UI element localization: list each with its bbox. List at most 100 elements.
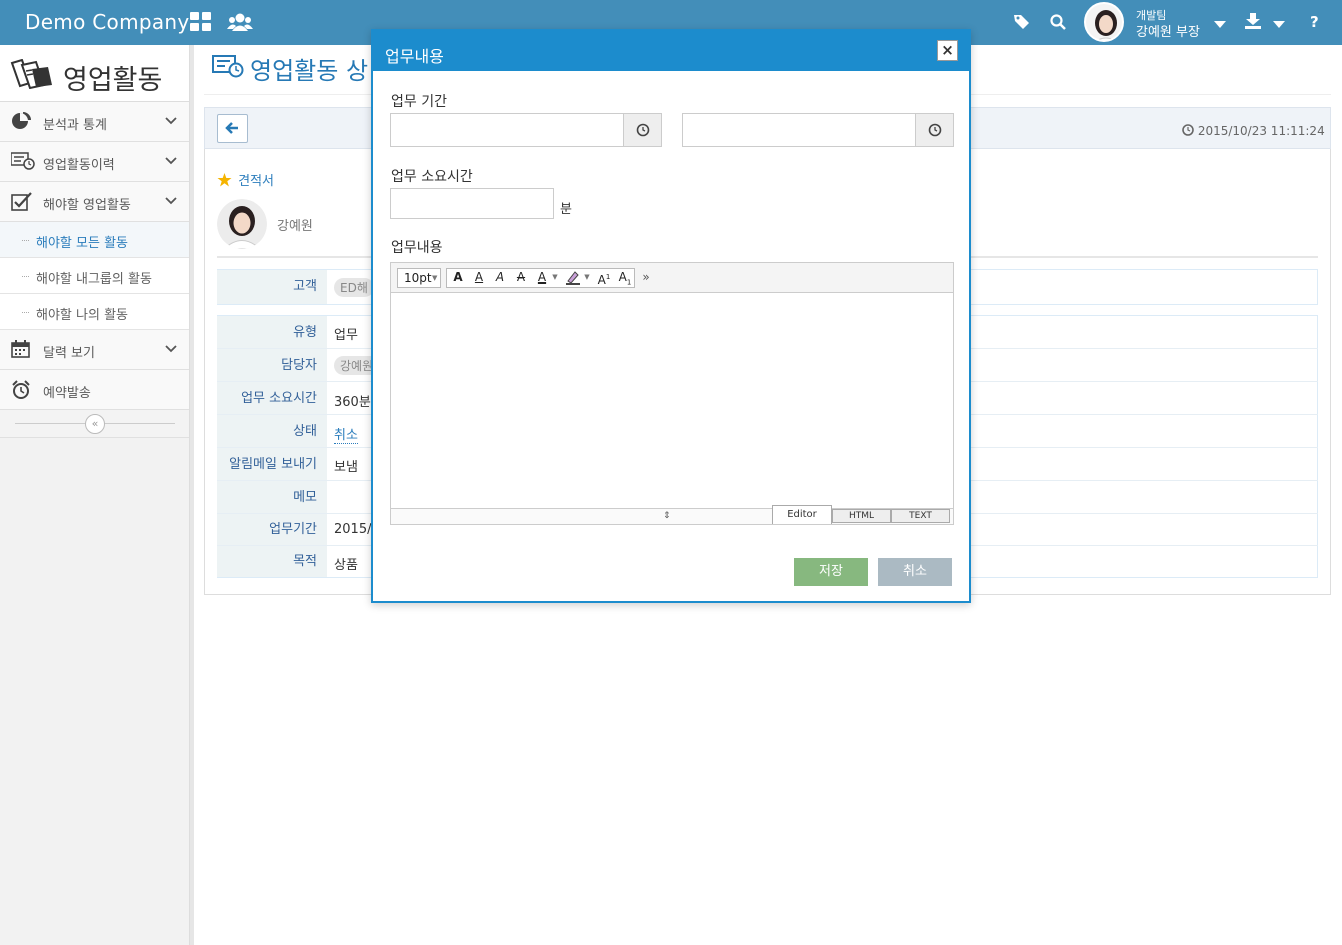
user-name[interactable]: 강예원 부장 [1136, 21, 1200, 40]
tab-html[interactable]: HTML [832, 509, 891, 523]
sidebar-item-history[interactable]: 영업활동이력 [0, 142, 189, 182]
star-icon [217, 173, 232, 187]
font-size-select[interactable]: 10pt ▼ [397, 268, 441, 288]
sidebar-shadow [190, 45, 194, 945]
caret-down-icon: ▼ [432, 274, 438, 282]
grid-apps-icon[interactable] [190, 12, 212, 36]
sidebar-item-analysis[interactable]: 분석과 통계 [0, 102, 189, 142]
field-label: 담당자 [217, 349, 327, 381]
field-label: 유형 [217, 316, 327, 348]
clock-icon [636, 123, 650, 137]
rich-text-editor: 10pt ▼ A A A A A ▼ ▼ A1 A1 » ⇕ Editor HT… [390, 262, 954, 525]
content-label: 업무내용 [391, 240, 443, 256]
period-end-clock-button[interactable] [915, 114, 953, 146]
more-tools-button[interactable]: » [639, 268, 653, 288]
sidebar-subitem-mine[interactable]: 해야할 나의 활동 [0, 294, 189, 330]
period-start-input[interactable] [391, 114, 623, 146]
field-label: 업무기간 [217, 514, 327, 545]
sidebar-collapse-bar: « [0, 410, 189, 438]
field-label: 업무 소요시간 [217, 382, 327, 414]
calendar-icon [11, 340, 31, 362]
pie-chart-icon [11, 112, 31, 134]
search-icon[interactable] [1050, 14, 1066, 34]
font-color-icon[interactable]: A [532, 268, 552, 288]
sidebar-subitem-group[interactable]: 해야할 내그룹의 활동 [0, 258, 189, 294]
sidebar-item-label: 해야할 영업활동 [43, 198, 131, 213]
period-start-group [390, 113, 662, 147]
caret-down-icon[interactable] [1214, 18, 1226, 33]
help-icon[interactable]: ? [1310, 13, 1319, 31]
double-chevron-left-icon[interactable]: « [85, 414, 105, 434]
page-title-icon [212, 54, 244, 82]
dialog-header: 업무내용 × [373, 31, 969, 71]
tree-dash [22, 312, 29, 313]
customer-tag[interactable]: ED해 [334, 278, 374, 297]
back-button[interactable] [217, 114, 248, 143]
editor-content-area[interactable] [391, 294, 953, 508]
subscript-icon[interactable]: A1 [615, 268, 635, 288]
sidebar-item-label: 달력 보기 [43, 346, 95, 361]
superscript-icon[interactable]: A1 [594, 268, 614, 288]
underline-icon[interactable]: A [469, 268, 489, 288]
estimate-link[interactable]: 견적서 [217, 170, 274, 189]
caret-down-icon[interactable]: ▼ [583, 268, 591, 288]
field-value: 업무 [334, 328, 358, 343]
checkbox-icon [11, 192, 33, 216]
users-icon[interactable] [227, 12, 253, 36]
save-button[interactable]: 저장 [794, 558, 868, 586]
field-label: 메모 [217, 481, 327, 513]
dialog-title: 업무내용 [385, 47, 444, 66]
period-end-group [682, 113, 954, 147]
sidebar: 영업활동 분석과 통계 영업활동이력 해야할 영업활동 해야할 모든 활동 해야… [0, 45, 190, 945]
period-end-input[interactable] [683, 114, 915, 146]
download-icon[interactable] [1245, 13, 1261, 33]
sidebar-subitem-label: 해야할 모든 활동 [36, 236, 128, 251]
cancel-button[interactable]: 취소 [878, 558, 952, 586]
tags-icon[interactable] [1014, 14, 1032, 34]
caret-down-icon[interactable] [1273, 18, 1285, 33]
tab-text[interactable]: TEXT [891, 509, 950, 523]
sidebar-item-label: 분석과 통계 [43, 118, 107, 133]
brand-logo[interactable]: Demo Company [25, 10, 190, 34]
sidebar-header: 영업활동 [0, 45, 189, 102]
field-value: ED해 [334, 278, 374, 297]
field-value: 보냄 [334, 460, 358, 475]
duration-input[interactable] [390, 188, 554, 219]
sidebar-item-calendar[interactable]: 달력 보기 [0, 330, 189, 370]
close-button[interactable]: × [937, 40, 958, 61]
field-label: 고객 [217, 270, 327, 304]
work-content-dialog: 업무내용 × 업무 기간 업무 소요시간 분 업무내용 10pt ▼ A A A… [371, 29, 971, 603]
status-link[interactable]: 취소 [334, 424, 358, 444]
strikethrough-icon[interactable]: A [511, 268, 531, 288]
font-size-value: 10pt [404, 271, 432, 285]
estimate-label: 견적서 [238, 174, 275, 189]
tree-dash [22, 276, 29, 277]
sidebar-item-label: 예약발송 [43, 386, 91, 401]
person-avatar [217, 199, 267, 249]
field-label: 목적 [217, 546, 327, 577]
sidebar-item-reservation[interactable]: 예약발송 [0, 370, 189, 410]
caret-down-icon[interactable]: ▼ [551, 268, 559, 288]
resize-handle-icon[interactable]: ⇕ [663, 509, 671, 523]
page-title: 영업활동 상 [250, 57, 369, 85]
sidebar-subitem-label: 해야할 내그룹의 활동 [36, 272, 152, 287]
highlight-color-icon[interactable] [563, 268, 583, 288]
duration-label: 업무 소요시간 [391, 169, 473, 185]
field-value: 상품 [334, 558, 358, 573]
chevron-down-icon [165, 154, 177, 169]
sidebar-subitem-label: 해야할 나의 활동 [36, 308, 128, 323]
period-label: 업무 기간 [391, 94, 447, 110]
tab-editor[interactable]: Editor [772, 505, 832, 524]
period-start-clock-button[interactable] [623, 114, 661, 146]
clock-icon [1182, 124, 1194, 136]
sidebar-subitem-all[interactable]: 해야할 모든 활동 [0, 222, 189, 258]
sidebar-item-todo[interactable]: 해야할 영업활동 [0, 182, 189, 222]
clock-icon [928, 123, 942, 137]
bold-icon[interactable]: A [448, 268, 468, 288]
chevron-down-icon [165, 342, 177, 357]
user-avatar[interactable] [1084, 2, 1124, 42]
italic-icon[interactable]: A [490, 268, 510, 288]
field-value: 360분 [334, 395, 371, 410]
field-label: 상태 [217, 415, 327, 447]
editor-toolbar: 10pt ▼ A A A A A ▼ ▼ A1 A1 » [391, 263, 953, 293]
